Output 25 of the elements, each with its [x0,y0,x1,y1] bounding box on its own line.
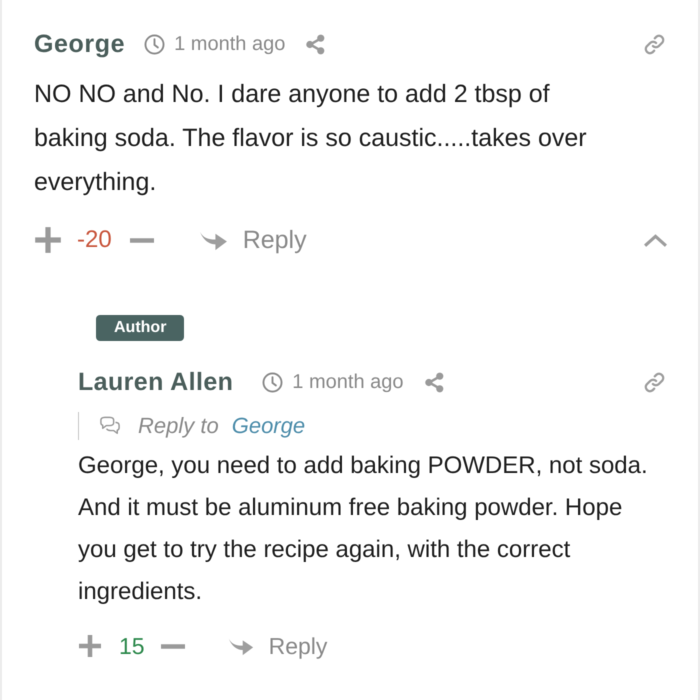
reply-to-label: Reply to [138,413,219,439]
minus-icon[interactable] [128,238,156,242]
timestamp: 1 month ago [174,32,286,56]
vote-count: 15 [119,632,145,660]
share-icon[interactable] [424,372,444,392]
reply-button[interactable]: Reply [228,632,328,660]
timestamp: 1 month ago [292,370,404,394]
link-icon[interactable] [643,32,666,56]
plus-icon[interactable] [78,634,102,658]
parent-author-link[interactable]: George [232,413,306,439]
vote-count: -20 [77,226,112,254]
author-badge: Author [96,315,184,341]
author-name[interactable]: Lauren Allen [78,368,234,396]
comment-text: George, you need to add baking POWDER, not soda. And it must be aluminum free baking powder. Hope you get to try the recipe again, with the correct ingredients. [78,451,649,607]
clock-icon [144,34,166,54]
link-icon[interactable] [643,370,666,394]
reply-button[interactable]: Reply [198,226,307,254]
minus-icon[interactable] [160,644,185,648]
author-name[interactable]: George [34,30,126,58]
caret-up-icon[interactable] [643,232,668,248]
speech-bubbles-icon [98,416,122,436]
comment-text: NO NO and No. I dare anyone to add 2 tbsp of baking soda. The flavor is so caustic.....takes over everything. [34,79,588,198]
clock-icon [262,372,284,392]
share-icon[interactable] [305,34,326,54]
plus-icon[interactable] [34,226,62,254]
